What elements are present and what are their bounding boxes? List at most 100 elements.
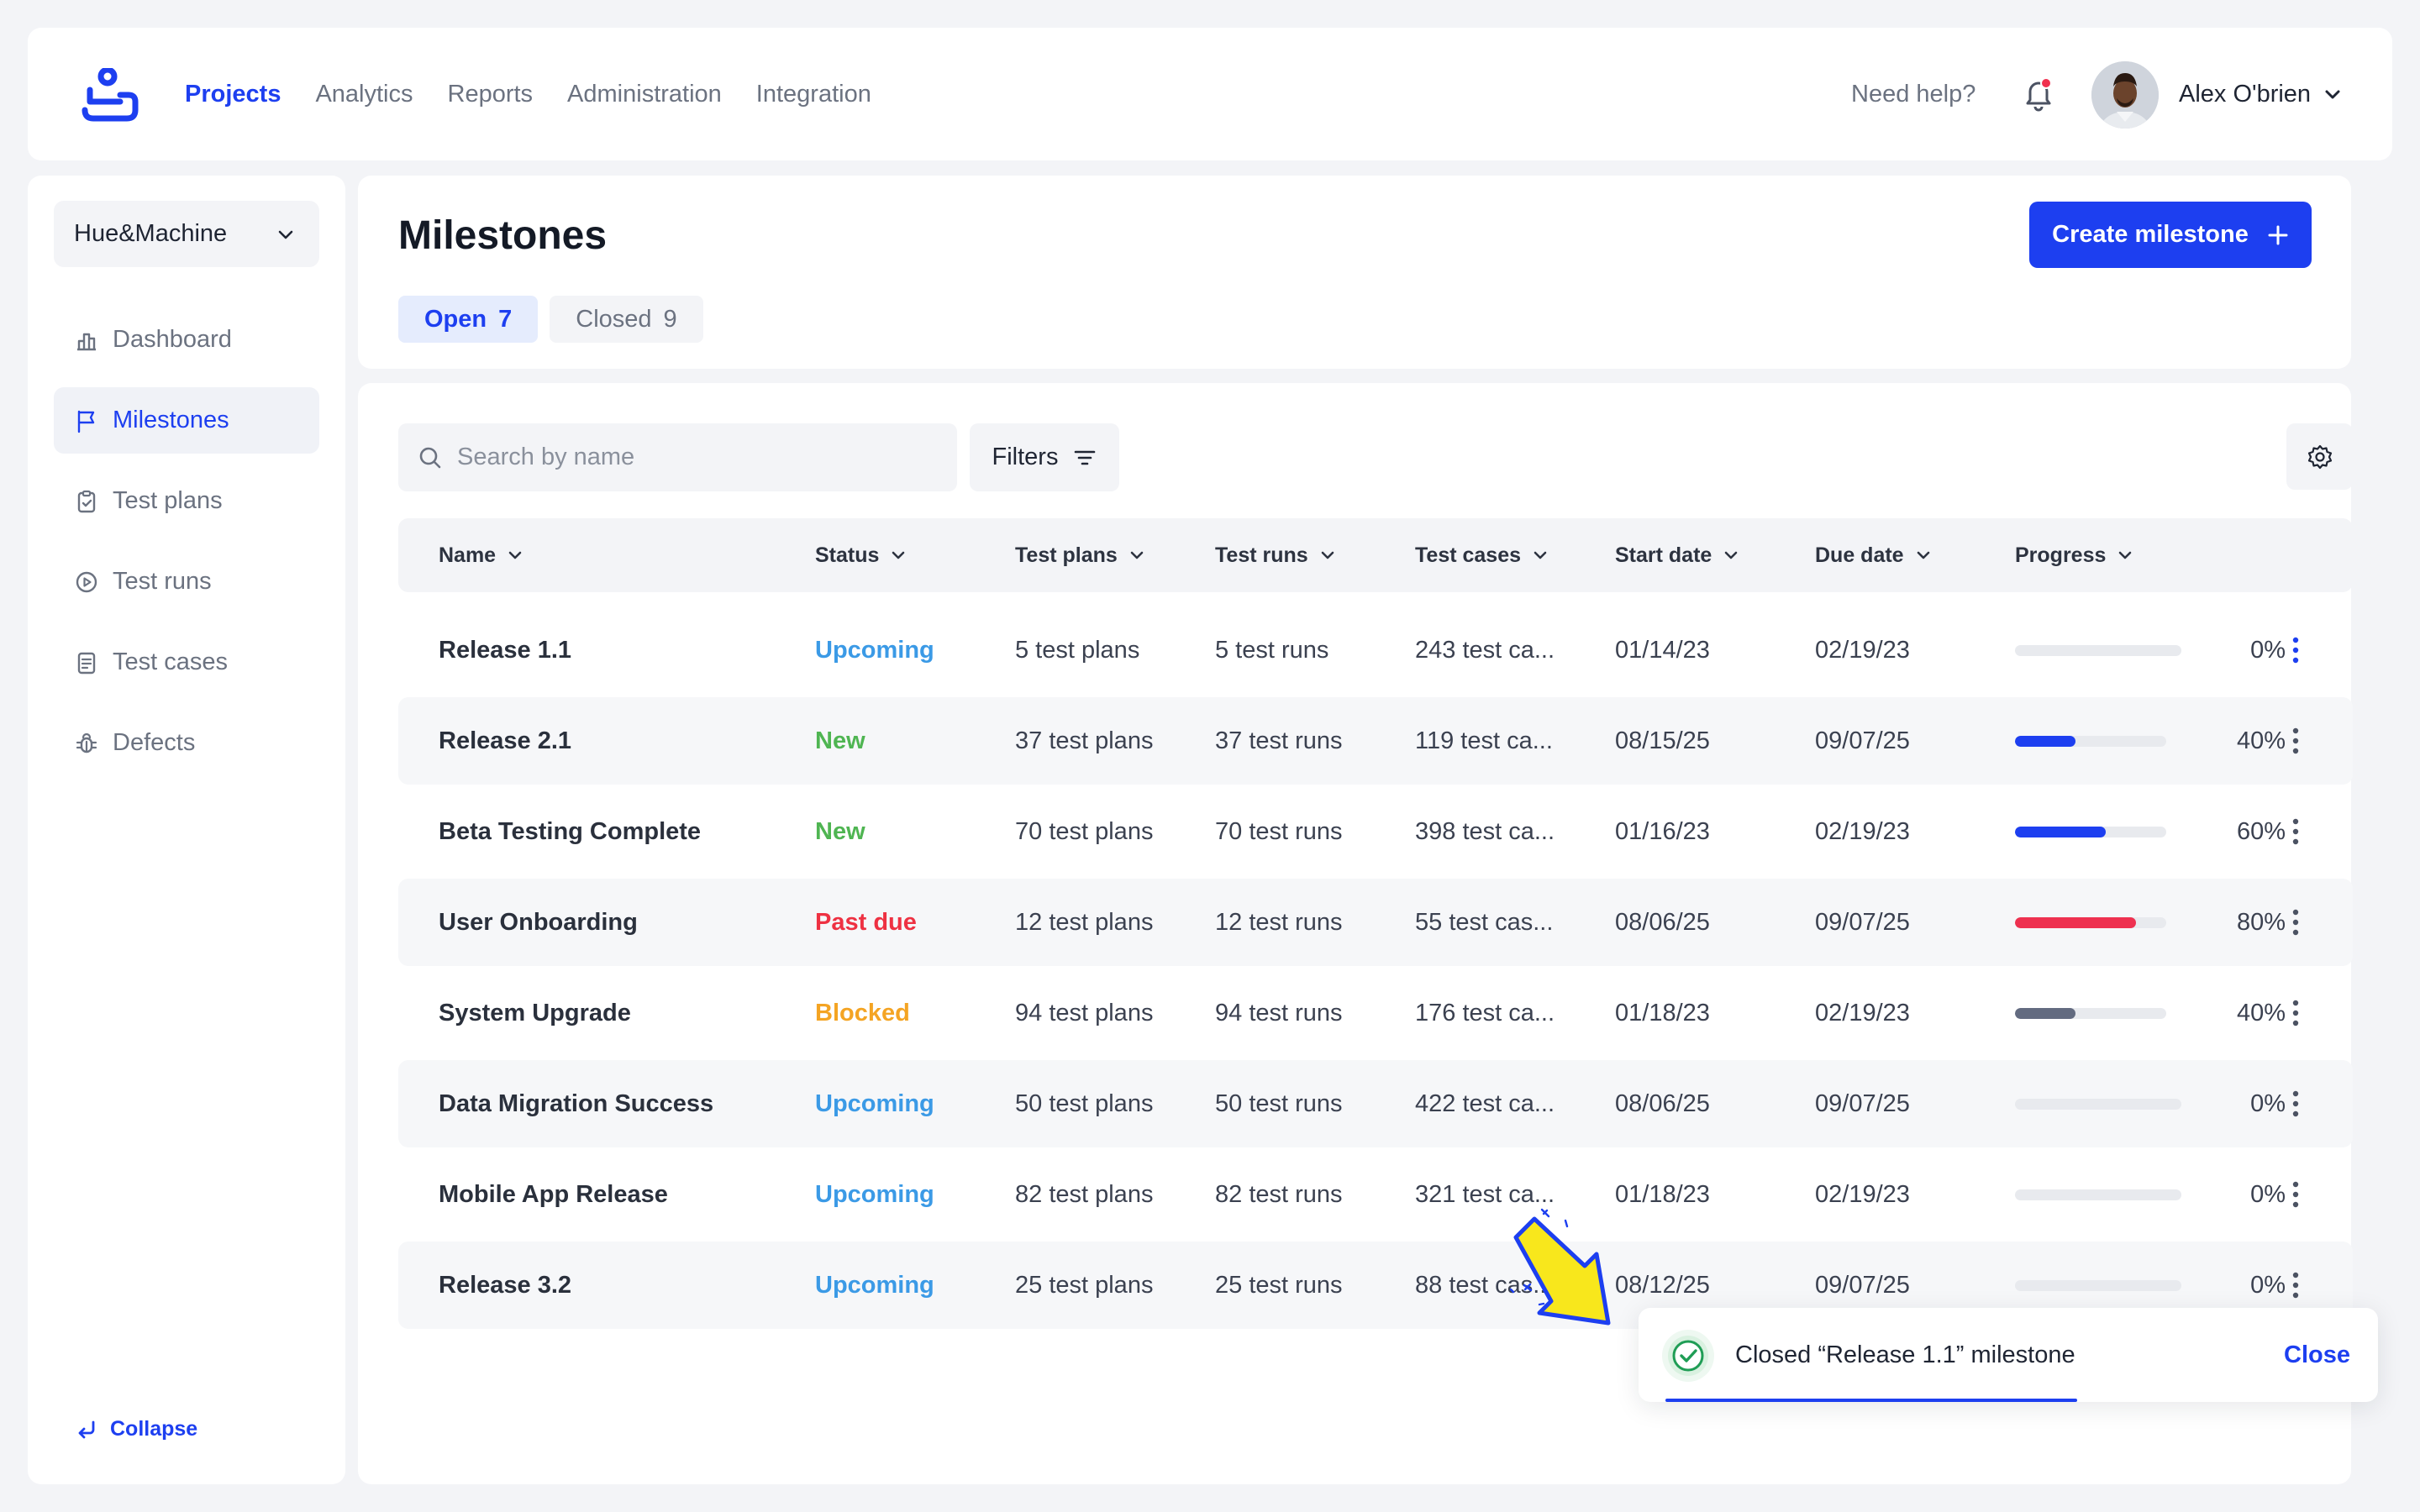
column-header-start-date[interactable]: Start date [1615,518,1740,592]
progress-fill [2015,1008,2075,1019]
table-settings-button[interactable] [2286,423,2353,490]
table-row[interactable]: Mobile App Release Upcoming 82 test plans 8… [398,1151,2353,1238]
column-header-label: Due date [1815,543,1904,567]
filters-button[interactable]: Filters [970,423,1119,491]
cell-start-date: 08/06/25 [1615,1089,1710,1117]
tab-closed[interactable]: Closed 9 [550,296,703,343]
sidebar-item-test-runs[interactable]: Test runs [54,549,319,615]
cell-status: Past due [815,908,917,936]
nav-administration[interactable]: Administration [567,81,722,108]
sidebar-item-milestones[interactable]: Milestones [54,387,319,454]
cell-due-date: 02/19/23 [1815,1180,1910,1208]
nav-analytics[interactable]: Analytics [315,81,413,108]
cell-start-date: 01/14/23 [1615,636,1710,664]
cell-status: Upcoming [815,1271,934,1299]
toast-timer-bar [1665,1399,2077,1402]
cell-name[interactable]: Release 2.1 [439,697,571,785]
status-tabs: Open 7 Closed 9 [398,296,703,343]
cell-due-date: 02/19/23 [1815,999,1910,1026]
cell-name[interactable]: User Onboarding [439,879,638,966]
progress-bar [2015,736,2166,747]
document-icon [77,652,96,674]
table-row[interactable]: Beta Testing Complete New 70 test plans 70 … [398,788,2353,875]
table-row[interactable]: Release 1.1 Upcoming 5 test plans 5 test ru… [398,606,2353,694]
row-menu-button[interactable] [2277,995,2314,1032]
cell-test-cases: 422 test ca... [1415,1089,1555,1117]
chevron-down-icon [508,551,522,559]
cell-name[interactable]: Release 3.2 [439,1242,571,1329]
column-header-progress[interactable]: Progress [2015,518,2134,592]
avatar-image [2091,61,2159,129]
row-menu-button[interactable] [2277,1267,2314,1304]
cell-test-cases: 243 test ca... [1415,636,1555,664]
column-header-status[interactable]: Status [815,518,908,592]
column-header-name[interactable]: Name [439,518,524,592]
cell-name[interactable]: System Upgrade [439,969,631,1057]
tab-open[interactable]: Open 7 [398,296,539,343]
nav-reports[interactable]: Reports [448,81,534,108]
table-row[interactable]: Release 2.1 New 37 test plans 37 test runs 1… [398,697,2353,785]
cell-test-cases: 176 test ca... [1415,999,1555,1026]
sidebar-item-defects[interactable]: Defects [54,710,319,776]
filter-icon [1075,450,1096,465]
table-row[interactable]: System Upgrade Blocked 94 test plans 94 tes… [398,969,2353,1057]
row-menu-button[interactable] [2277,813,2314,850]
table-row[interactable]: Data Migration Success Upcoming 50 test pl… [398,1060,2353,1147]
column-header-test-runs[interactable]: Test runs [1215,518,1337,592]
create-milestone-button[interactable]: Create milestone [2029,202,2312,268]
progress-bar [2015,645,2181,656]
row-menu-button[interactable] [2277,632,2314,669]
progress-bar [2015,1099,2181,1110]
kebab-menu-icon [2292,637,2299,664]
bell-icon[interactable] [2018,73,2059,113]
column-header-due-date[interactable]: Due date [1815,518,1933,592]
sidebar-item-test-plans[interactable]: Test plans [54,468,319,534]
cell-name[interactable]: Mobile App Release [439,1151,668,1238]
cell-status: New [815,817,865,845]
cell-test-plans: 50 test plans [1015,1089,1154,1117]
cell-status: Upcoming [815,1180,934,1208]
notification-dot [2040,77,2052,89]
row-menu-button[interactable] [2277,904,2314,941]
column-header-label: Progress [2015,543,2107,567]
nav-projects[interactable]: Projects [185,81,281,108]
search-input[interactable] [457,444,928,471]
row-menu-button[interactable] [2277,1176,2314,1213]
toast-close-button[interactable]: Close [2284,1308,2350,1402]
collapse-button[interactable]: Collapse [76,1417,197,1441]
project-selector[interactable]: Hue&Machine [54,201,319,267]
cell-test-plans: 5 test plans [1015,636,1140,664]
main-nav: Projects Analytics Reports Administratio… [185,28,871,160]
user-menu[interactable]: Alex O'brien [2179,28,2343,160]
cell-test-runs: 25 test runs [1215,1271,1343,1299]
kebab-menu-icon [2292,1181,2299,1208]
progress-bar [2015,917,2166,928]
table-row[interactable]: User Onboarding Past due 12 test plans 12 t… [398,879,2353,966]
row-menu-button[interactable] [2277,1085,2314,1122]
cell-name[interactable]: Release 1.1 [439,606,571,694]
cell-name[interactable]: Data Migration Success [439,1060,713,1147]
cell-test-runs: 50 test runs [1215,1089,1343,1117]
need-help-link[interactable]: Need help? [1851,28,1975,160]
cell-name[interactable]: Beta Testing Complete [439,788,701,875]
column-header-test-plans[interactable]: Test plans [1015,518,1146,592]
sidebar: Hue&Machine Dashboard Milestones Test pl… [28,176,345,1484]
tab-label: Closed [576,305,652,333]
row-menu-button[interactable] [2277,722,2314,759]
kebab-menu-icon [2292,818,2299,845]
nav-integration[interactable]: Integration [756,81,871,108]
cell-test-plans: 37 test plans [1015,727,1154,754]
sidebar-item-label: Test runs [113,568,212,595]
gear-icon [2307,444,2332,469]
sidebar-item-test-cases[interactable]: Test cases [54,629,319,696]
tab-count: 9 [663,305,677,333]
project-name: Hue&Machine [74,220,228,247]
clipboard-icon [77,490,96,512]
table-header: Name Status Test plans Test runs Test cases S… [398,518,2353,592]
sidebar-item-dashboard[interactable]: Dashboard [54,307,319,373]
logo-icon[interactable] [80,68,140,122]
cell-due-date: 09/07/25 [1815,727,1910,754]
tab-label: Open [424,305,487,333]
avatar[interactable] [2091,61,2159,129]
column-header-test-cases[interactable]: Test cases [1415,518,1549,592]
